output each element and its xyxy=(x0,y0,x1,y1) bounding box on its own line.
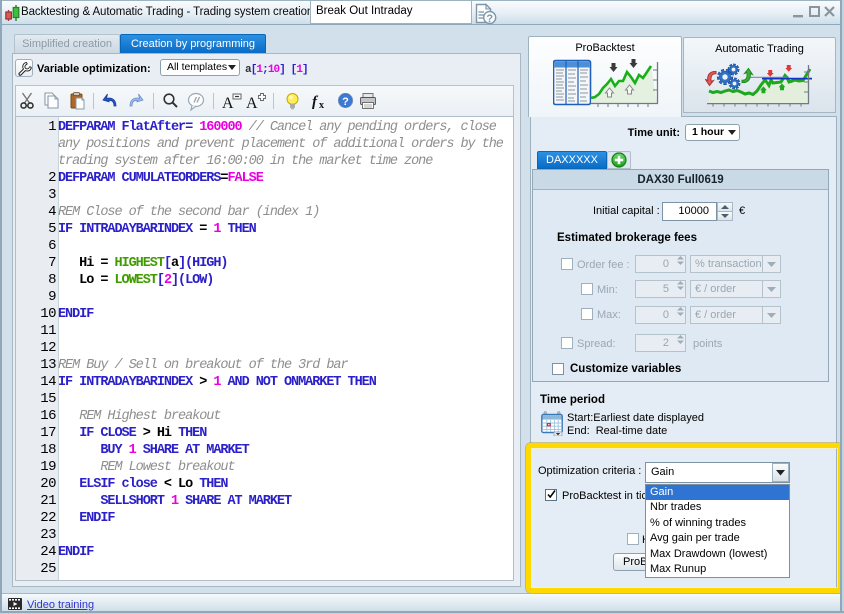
svg-text:A: A xyxy=(222,95,234,112)
svg-text:A: A xyxy=(246,95,258,112)
svg-text:x: x xyxy=(319,100,324,111)
svg-text:f: f xyxy=(312,94,319,110)
svg-text:?: ? xyxy=(486,13,493,25)
svg-text:?: ? xyxy=(342,96,349,108)
